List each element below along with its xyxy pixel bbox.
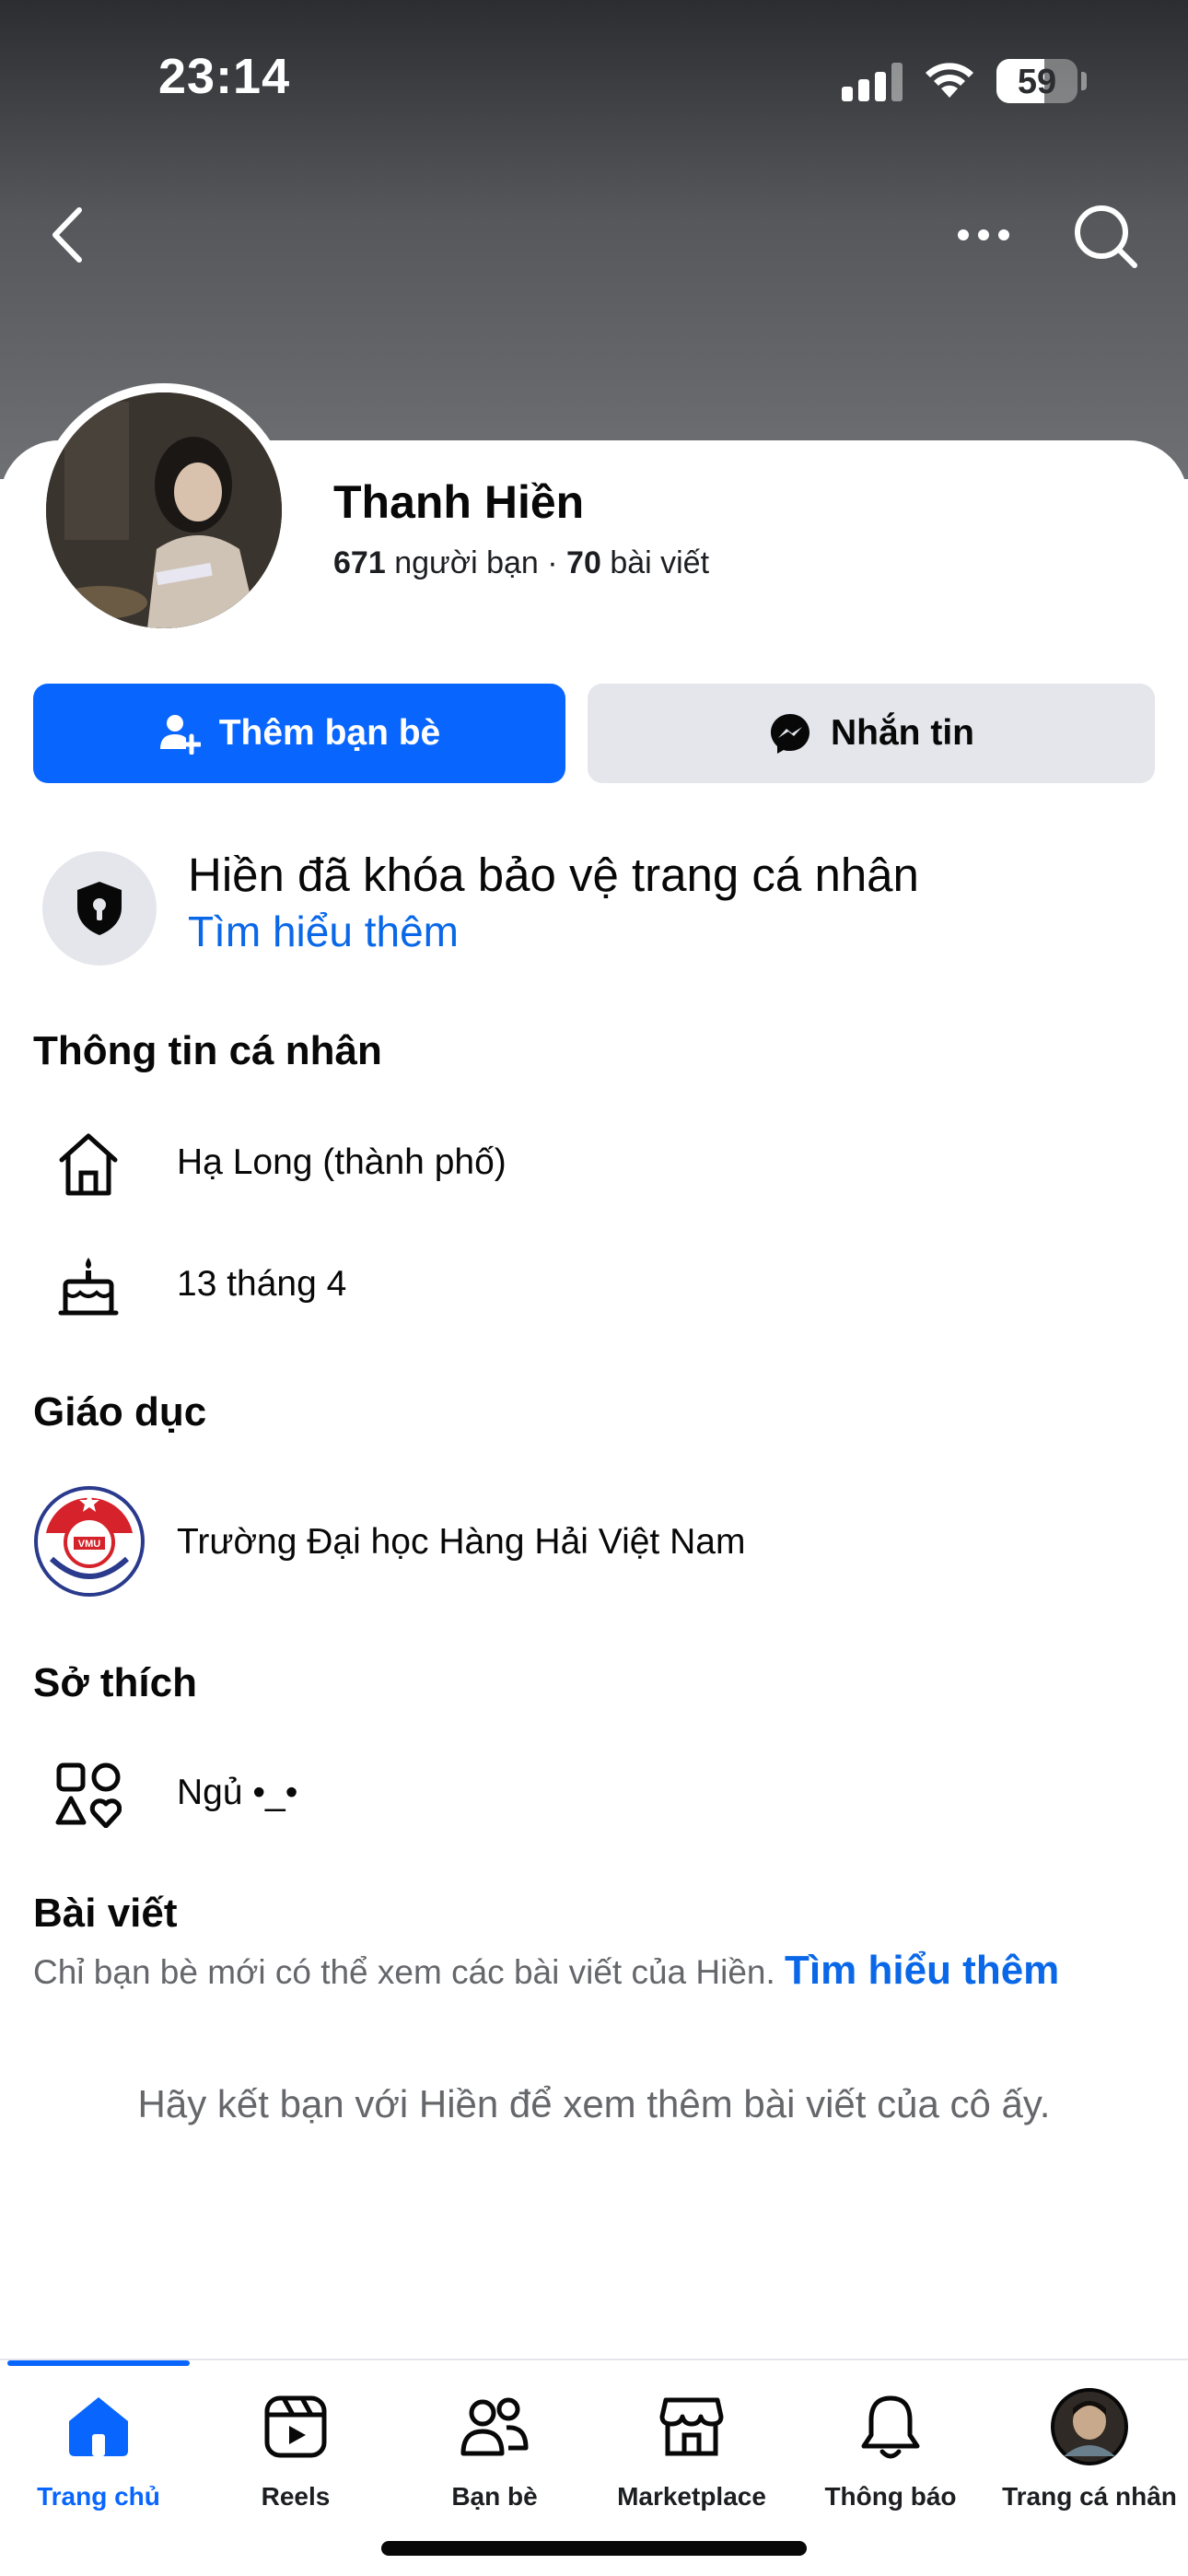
tab-reels-label: Reels (261, 2482, 331, 2511)
cellular-signal-icon (842, 61, 904, 101)
profile-avatar (1051, 2388, 1128, 2465)
hobbies-icon (52, 1758, 125, 1832)
message-button[interactable]: Nhắn tin (588, 684, 1155, 783)
hobbies-title: Sở thích (33, 1660, 197, 1705)
friends-label[interactable]: người bạn (394, 545, 539, 580)
reels-icon (257, 2388, 334, 2465)
home-icon (52, 1128, 125, 1201)
add-friend-button[interactable]: Thêm bạn bè (33, 684, 565, 783)
tab-reels[interactable]: Reels (197, 2377, 394, 2515)
personal-info-title: Thông tin cá nhân (33, 1028, 382, 1073)
tab-profile-label: Trang cá nhân (1002, 2482, 1177, 2511)
tab-friends-label: Bạn bè (451, 2482, 538, 2511)
stats-separator: · (547, 545, 558, 580)
chevron-left-icon[interactable] (42, 203, 90, 267)
shield-lock-icon (77, 882, 122, 935)
bell-icon (852, 2388, 929, 2465)
tab-friends[interactable]: Bạn bè (396, 2377, 593, 2515)
school-name[interactable]: Trường Đại học Hàng Hải Việt Nam (177, 1522, 745, 1563)
posts-note-text: Chỉ bạn bè mới có thể xem các bài viết c… (33, 1953, 775, 1991)
more-horizontal-icon[interactable] (954, 210, 1013, 260)
marketplace-icon (653, 2388, 730, 2465)
status-time: 23:14 (158, 49, 291, 104)
friends-icon (456, 2388, 533, 2465)
school-logo[interactable]: VMU (33, 1485, 146, 1598)
tab-notifications-label: Thông báo (824, 2482, 957, 2511)
posts-count: 70 (566, 545, 601, 580)
tab-home-label: Trang chủ (37, 2482, 160, 2511)
posts-label: bài viết (610, 545, 710, 580)
lock-notice-title: Hiền đã khóa bảo vệ trang cá nhân (188, 849, 919, 901)
profile-name: Thanh Hiền (333, 476, 585, 528)
tab-home[interactable]: Trang chủ (0, 2377, 197, 2515)
status-bar: 23:14 59 (0, 0, 1188, 157)
friends-count[interactable]: 671 (333, 545, 386, 580)
profile-avatar[interactable] (46, 392, 282, 628)
battery-tip (1081, 72, 1087, 90)
home-tab-icon (60, 2388, 137, 2465)
hobby-text: Ngủ •_• (177, 1773, 298, 1812)
birthday-text: 13 tháng 4 (177, 1264, 347, 1304)
message-label: Nhắn tin (831, 713, 974, 753)
tab-marketplace[interactable]: Marketplace (593, 2377, 790, 2515)
birthday-cake-icon (52, 1249, 125, 1323)
posts-title: Bài viết (33, 1891, 178, 1936)
lock-learn-more-link[interactable]: Tìm hiểu thêm (188, 907, 459, 956)
add-friend-label: Thêm bạn bè (218, 713, 441, 753)
posts-empty-message: Hãy kết bạn với Hiền để xem thêm bài viế… (137, 2082, 1051, 2125)
active-tab-indicator (7, 2360, 190, 2366)
profile-lock-badge (42, 851, 157, 966)
tab-notifications[interactable]: Thông báo (792, 2377, 989, 2515)
add-person-icon (159, 715, 201, 755)
posts-privacy-note: Chỉ bạn bè mới có thể xem các bài viết c… (33, 1948, 1059, 1994)
battery-icon: 59 (996, 59, 1077, 103)
hometown-text: Hạ Long (thành phố) (177, 1142, 507, 1182)
tab-marketplace-label: Marketplace (617, 2482, 766, 2511)
battery-percent: 59 (1017, 63, 1057, 101)
search-icon[interactable] (1068, 199, 1142, 273)
home-indicator[interactable] (381, 2541, 807, 2556)
tab-profile[interactable]: Trang cá nhân (991, 2377, 1188, 2515)
messenger-icon (771, 714, 809, 754)
profile-stats: 671 người bạn · 70 bài viết (333, 545, 709, 581)
education-title: Giáo dục (33, 1389, 207, 1434)
posts-learn-more-link[interactable]: Tìm hiểu thêm (785, 1948, 1059, 1993)
school-logo-text: VMU (78, 1539, 101, 1550)
wifi-icon (926, 63, 973, 98)
